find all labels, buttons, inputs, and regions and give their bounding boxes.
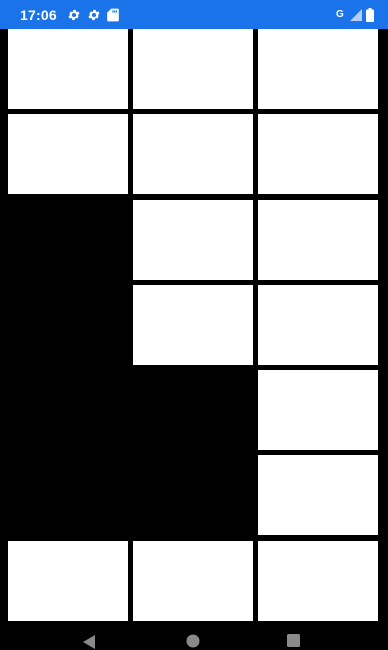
grid-tile[interactable] — [133, 285, 253, 365]
grid-tile[interactable] — [258, 285, 378, 365]
grid-tile[interactable] — [258, 370, 378, 450]
grid-tile[interactable] — [8, 114, 128, 194]
status-left: 17:06 — [20, 7, 125, 23]
settings-icon — [87, 8, 101, 22]
settings-icon — [67, 8, 81, 22]
grid-tile[interactable] — [258, 200, 378, 280]
tile-grid — [0, 29, 388, 621]
navigation-bar — [0, 624, 388, 649]
grid-tile[interactable] — [8, 29, 128, 109]
network-type-label: G — [336, 9, 344, 20]
signal-icon — [350, 8, 362, 21]
grid-tile[interactable] — [133, 200, 253, 280]
recents-icon[interactable] — [287, 634, 300, 647]
home-icon[interactable] — [186, 634, 200, 648]
grid-tile[interactable] — [258, 114, 378, 194]
status-time: 17:06 — [20, 6, 57, 23]
grid-tile[interactable] — [258, 29, 378, 109]
status-right: G — [336, 7, 374, 22]
grid-tile[interactable] — [258, 455, 378, 535]
grid-tile[interactable] — [133, 114, 253, 194]
status-bar: 17:06 G — [0, 0, 388, 29]
battery-icon — [366, 7, 374, 22]
grid-tile[interactable] — [258, 541, 378, 621]
grid-tile[interactable] — [133, 541, 253, 621]
grid-tile[interactable] — [8, 541, 128, 621]
grid-tile[interactable] — [133, 29, 253, 109]
sd-card-icon — [106, 8, 119, 22]
